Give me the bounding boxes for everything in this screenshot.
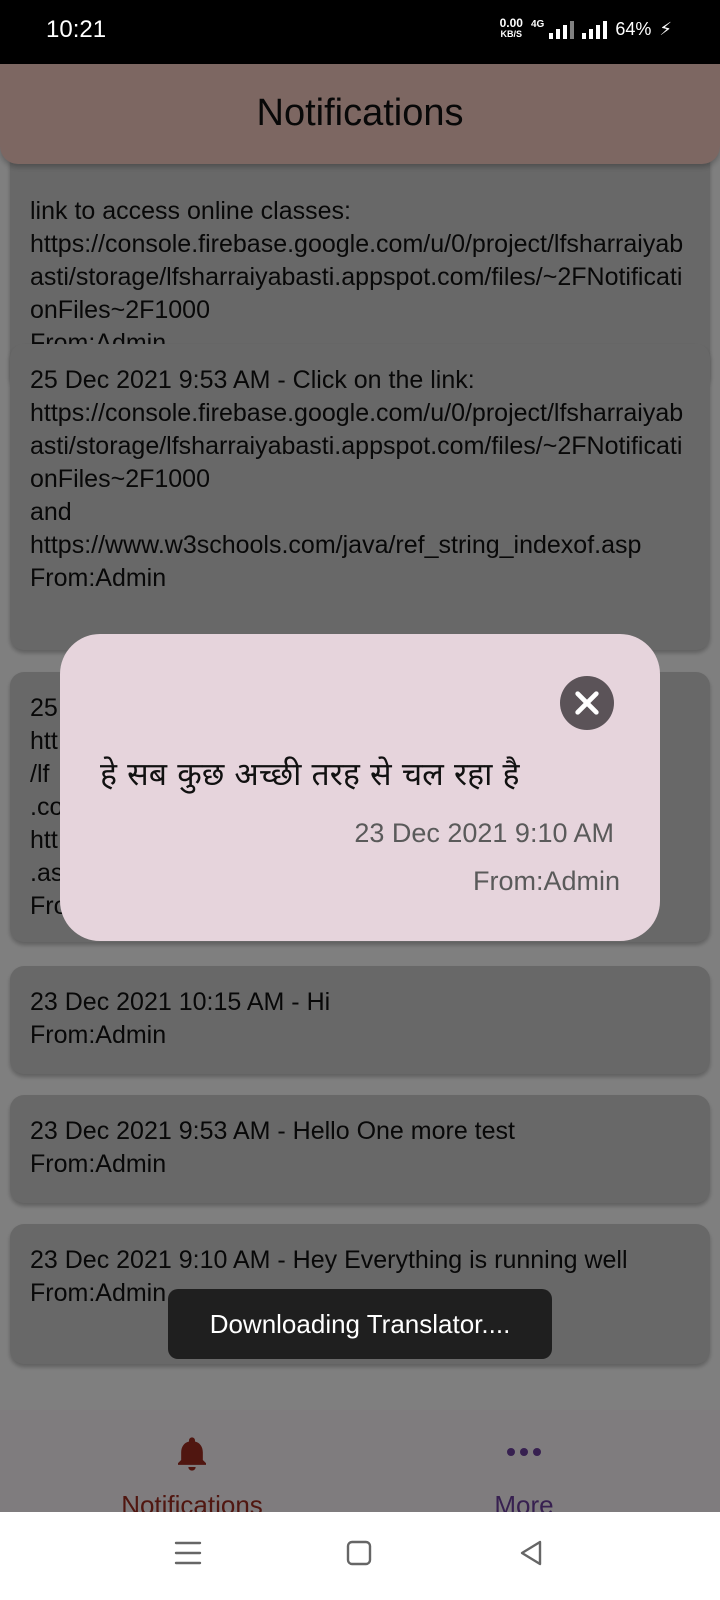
back-icon [520, 1540, 542, 1566]
toast-message: Downloading Translator.... [168, 1289, 552, 1359]
system-navigation-bar [0, 1512, 720, 1600]
message-date: 23 Dec 2021 9:10 AM [354, 818, 614, 848]
menu-button[interactable] [174, 1538, 202, 1573]
message-sender: From:Admin [472, 866, 620, 896]
home-button[interactable] [344, 1538, 374, 1573]
back-button[interactable] [516, 1538, 546, 1573]
network-type: 4G [530, 19, 545, 30]
network-speed-unit: KB/S [500, 29, 523, 39]
status-bar: 10:21 0.00 KB/S 4G 64% ⚡ [0, 0, 720, 64]
status-time: 10:21 [46, 16, 107, 43]
translation-dialog: हे सब कुछ अच्छी तरह से चल रहा है 23 Dec … [60, 634, 660, 941]
signal-icon [582, 19, 608, 39]
charging-icon: ⚡ [659, 18, 672, 39]
battery-level: 64% [615, 18, 652, 39]
home-icon [346, 1540, 372, 1566]
network-speed-value: 0.00 [499, 16, 523, 30]
status-indicators: 0.00 KB/S 4G 64% ⚡ [499, 16, 672, 40]
menu-icon [174, 1541, 202, 1565]
network-speed: 0.00 KB/S [499, 16, 523, 40]
close-button[interactable] [560, 676, 614, 730]
close-icon [575, 691, 599, 715]
signal-4g-icon: 4G [530, 19, 575, 39]
translated-message: हे सब कुछ अच्छी तरह से चल रहा है [100, 755, 520, 793]
